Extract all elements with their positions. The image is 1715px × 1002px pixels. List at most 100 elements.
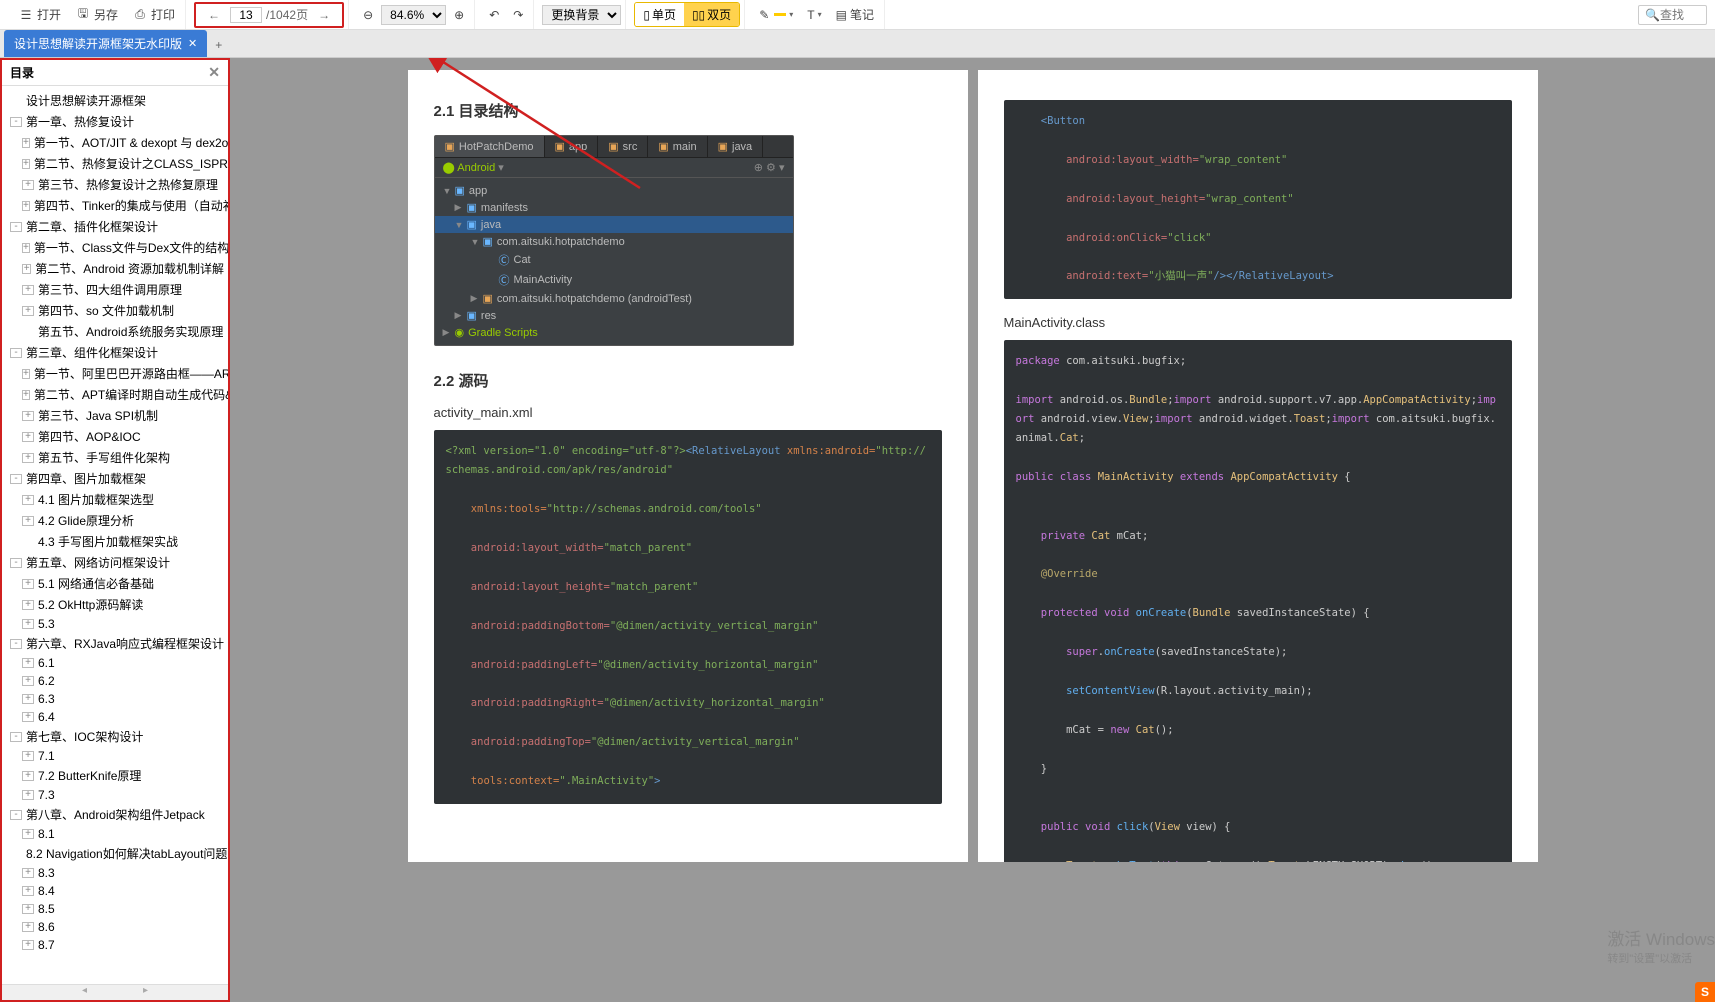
toc-item[interactable]: +6.3 [2,690,228,708]
prev-page-button[interactable]: ← [202,6,226,24]
toc-item[interactable]: +第一节、AOT/JIT & dexopt 与 dex2oat [2,132,228,153]
toc-item[interactable]: +第四节、AOP&IOC [2,426,228,447]
toc-item[interactable]: +第三节、Java SPI机制 [2,405,228,426]
expand-icon[interactable]: + [22,516,34,526]
expand-icon[interactable]: + [22,285,34,295]
expand-icon[interactable]: - [10,348,22,358]
expand-icon[interactable]: + [22,390,30,400]
toc-item[interactable]: +第三节、四大组件调用原理 [2,279,228,300]
toc-item[interactable]: +第二节、APT编译时期自动生成代码&动 [2,384,228,405]
toc-item[interactable]: +第二节、热修复设计之CLASS_ISPREVERIFIED [2,153,228,174]
expand-icon[interactable]: + [22,495,34,505]
toc-item[interactable]: +第四节、Tinker的集成与使用（自动补丁 [2,195,228,216]
ime-badge[interactable]: S [1695,982,1715,1002]
toc-item[interactable]: +6.2 [2,672,228,690]
toc-item[interactable]: +7.1 [2,747,228,765]
toc-item[interactable]: -第八章、Android架构组件Jetpack [2,804,228,825]
toc-item[interactable]: +4.2 Glide原理分析 [2,510,228,531]
redo-button[interactable]: ↷ [507,5,529,25]
notes-button[interactable]: ▤笔记 [830,3,880,26]
toc-item[interactable]: +第四节、so 文件加载机制 [2,300,228,321]
expand-icon[interactable]: + [22,264,31,274]
next-page-button[interactable]: → [312,6,336,24]
expand-icon[interactable]: + [22,922,34,932]
expand-icon[interactable]: + [22,751,34,761]
expand-icon[interactable]: - [10,222,22,232]
search-box[interactable]: 🔍 [1638,5,1707,25]
toc-item[interactable]: +8.7 [2,936,228,954]
zoom-out-button[interactable]: ⊖ [357,5,379,25]
expand-icon[interactable]: + [22,180,34,190]
print-button[interactable]: ⎙打印 [126,3,181,26]
expand-icon[interactable]: + [22,306,34,316]
toc-list[interactable]: 设计思想解读开源框架-第一章、热修复设计+第一节、AOT/JIT & dexop… [2,86,228,984]
expand-icon[interactable]: - [10,810,22,820]
sidebar-close-icon[interactable]: ✕ [208,64,220,81]
expand-icon[interactable]: + [22,138,30,148]
undo-button[interactable]: ↶ [483,5,505,25]
toc-item[interactable]: 第五节、Android系统服务实现原理 [2,321,228,342]
page-input[interactable] [230,7,262,23]
expand-icon[interactable]: + [22,600,34,610]
sidebar-resize[interactable]: ◂▸ [2,984,228,1000]
toc-item[interactable]: +7.2 ButterKnife原理 [2,765,228,786]
expand-icon[interactable]: + [22,868,34,878]
expand-icon[interactable]: + [22,579,34,589]
expand-icon[interactable]: - [10,639,22,649]
expand-icon[interactable]: + [22,829,34,839]
highlight-button[interactable]: ✎▾ [753,5,799,25]
expand-icon[interactable]: + [22,619,34,629]
toc-item[interactable]: -第七章、IOC架构设计 [2,726,228,747]
toc-item[interactable]: +7.3 [2,786,228,804]
toc-item[interactable]: -第一章、热修复设计 [2,111,228,132]
toc-item[interactable]: +5.3 [2,615,228,633]
expand-icon[interactable]: + [22,369,30,379]
toc-item[interactable]: -第四章、图片加载框架 [2,468,228,489]
toc-item[interactable]: +第五节、手写组件化架构 [2,447,228,468]
toc-item[interactable]: +8.4 [2,882,228,900]
background-select[interactable]: 更换背景 [542,5,621,25]
toc-item[interactable]: +6.4 [2,708,228,726]
toc-item[interactable]: 4.3 手写图片加载框架实战 [2,531,228,552]
toc-item[interactable]: +4.1 图片加载框架选型 [2,489,228,510]
expand-icon[interactable]: + [22,432,34,442]
save-button[interactable]: 🖫另存 [69,3,124,26]
toc-item[interactable]: +8.1 [2,825,228,843]
toc-item[interactable]: +5.1 网络通信必备基础 [2,573,228,594]
expand-icon[interactable]: - [10,558,22,568]
expand-icon[interactable]: + [22,771,34,781]
expand-icon[interactable]: + [22,453,34,463]
toc-item[interactable]: +8.6 [2,918,228,936]
expand-icon[interactable]: + [22,790,34,800]
expand-icon[interactable]: + [22,201,30,211]
expand-icon[interactable]: + [22,243,30,253]
page-viewport[interactable]: 2.1 目录结构 ▣ HotPatchDemo▣ app▣ src▣ main▣… [230,58,1715,1002]
toc-item[interactable]: 8.2 Navigation如何解决tabLayout问题 [2,843,228,864]
zoom-select[interactable]: 84.6% [381,5,446,25]
search-input[interactable] [1660,8,1700,22]
expand-icon[interactable]: + [22,658,34,668]
toc-item[interactable]: -第六章、RXJava响应式编程框架设计 [2,633,228,654]
expand-icon[interactable]: + [22,159,30,169]
toc-item[interactable]: 设计思想解读开源框架 [2,90,228,111]
toc-item[interactable]: -第五章、网络访问框架设计 [2,552,228,573]
toc-item[interactable]: +第一节、阿里巴巴开源路由框——ARouter [2,363,228,384]
text-tool-button[interactable]: T▾ [801,5,827,25]
toc-item[interactable]: -第二章、插件化框架设计 [2,216,228,237]
toc-item[interactable]: +6.1 [2,654,228,672]
toc-item[interactable]: +第三节、热修复设计之热修复原理 [2,174,228,195]
expand-icon[interactable]: + [22,712,34,722]
expand-icon[interactable]: + [22,694,34,704]
add-tab-button[interactable]: + [207,33,230,57]
single-page-button[interactable]: ▯单页 [635,3,684,26]
double-page-button[interactable]: ▯▯双页 [684,3,739,26]
expand-icon[interactable]: - [10,474,22,484]
close-tab-icon[interactable]: ✕ [188,37,197,50]
toc-item[interactable]: +8.3 [2,864,228,882]
toc-item[interactable]: +第二节、Android 资源加载机制详解 [2,258,228,279]
expand-icon[interactable]: + [22,904,34,914]
zoom-in-button[interactable]: ⊕ [448,5,470,25]
expand-icon[interactable]: + [22,940,34,950]
expand-icon[interactable]: + [22,676,34,686]
toc-item[interactable]: +8.5 [2,900,228,918]
